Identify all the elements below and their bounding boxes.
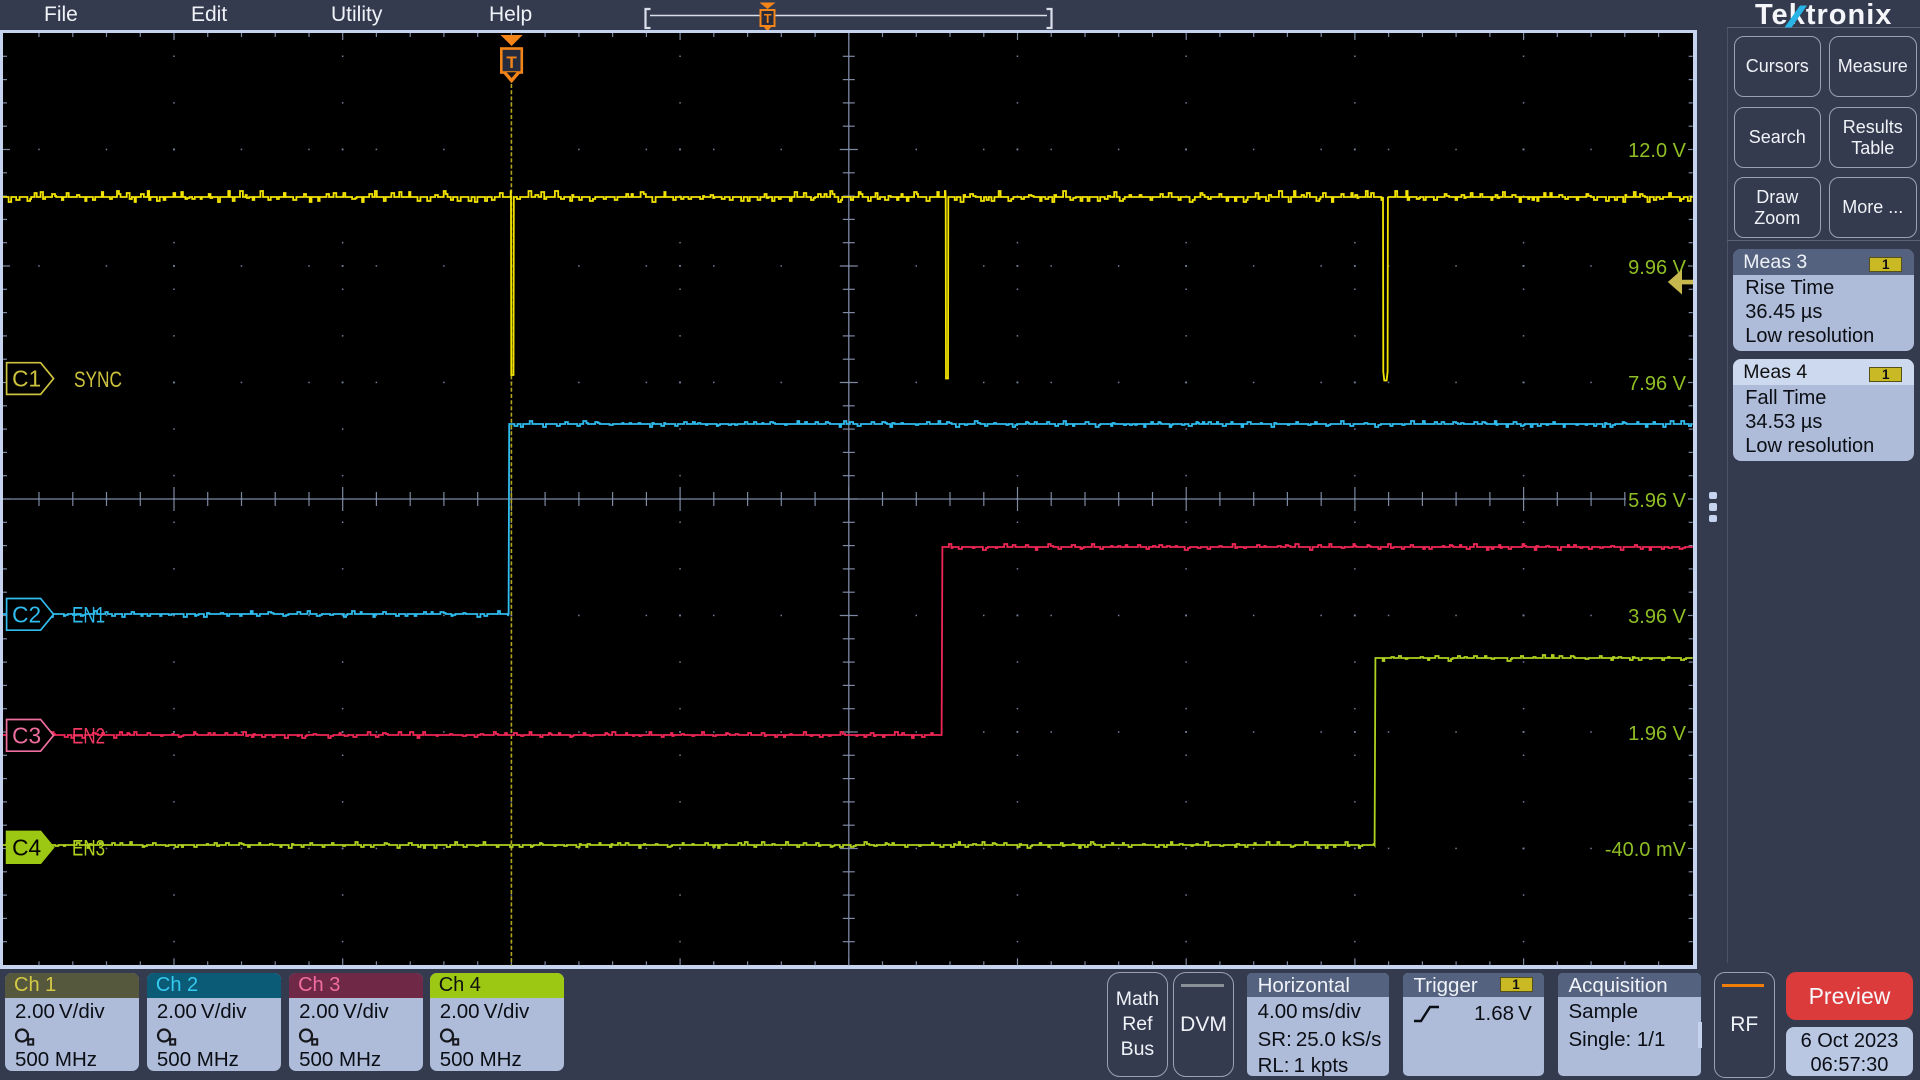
svg-text:12.0 V: 12.0 V: [1628, 140, 1686, 162]
svg-text:Tektronix: Tektronix: [1755, 0, 1892, 31]
svg-text:C1: C1: [12, 366, 41, 392]
svg-text:1.96 V: 1.96 V: [1628, 723, 1686, 745]
svg-text:EN3: EN3: [72, 836, 105, 861]
svg-text:T: T: [506, 53, 517, 72]
svg-text:SYNC: SYNC: [74, 367, 122, 392]
svg-text:C4: C4: [12, 834, 41, 860]
svg-text:EN1: EN1: [72, 603, 105, 628]
svg-text:3.96 V: 3.96 V: [1628, 606, 1686, 628]
svg-text:C2: C2: [12, 601, 41, 627]
svg-text:-40.0 mV: -40.0 mV: [1605, 839, 1687, 861]
svg-text:T: T: [764, 12, 772, 26]
svg-text:EN2: EN2: [72, 724, 105, 749]
svg-text:7.96 V: 7.96 V: [1628, 373, 1686, 395]
svg-text:5.96 V: 5.96 V: [1628, 490, 1686, 512]
svg-text:C3: C3: [12, 722, 41, 748]
